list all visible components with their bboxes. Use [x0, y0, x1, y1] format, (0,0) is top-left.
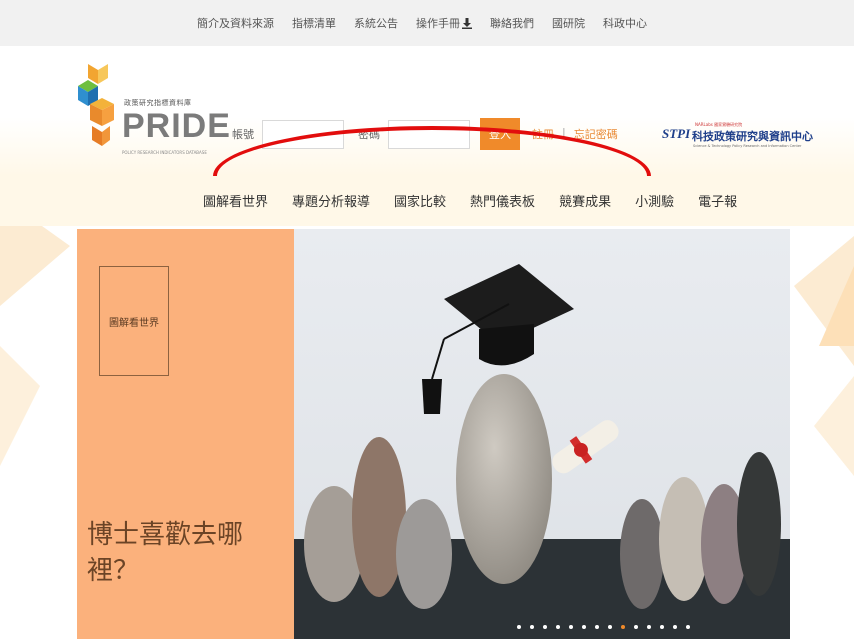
register-link[interactable]: 註冊 [532, 126, 554, 142]
login-form: 帳號 密碼 登入 註冊 | 忘記密碼 [232, 118, 618, 150]
carousel-dot[interactable] [556, 625, 560, 629]
logo-tagline: POLICY RESEARCH INDICATORS DATABASE [122, 150, 207, 155]
link-separator: | [562, 126, 566, 139]
nav-item-quiz[interactable]: 小測驗 [623, 191, 686, 210]
hero-title[interactable]: 博士喜歡去哪裡？ [87, 517, 267, 589]
hero-category-tag[interactable]: 圖解看世界 [99, 266, 169, 376]
account-links: 註冊 | 忘記密碼 [532, 126, 618, 142]
site-header: 政策研究指標資料庫 PRIDE POLICY RESEARCH INDICATO… [0, 46, 854, 226]
top-link-announcements[interactable]: 系統公告 [354, 15, 398, 31]
hero-graduation-image[interactable] [294, 229, 790, 639]
account-label: 帳號 [232, 128, 254, 141]
top-link-manual[interactable]: 操作手冊 [416, 15, 472, 31]
stpi-mark: STPI [662, 126, 691, 141]
carousel-dot[interactable] [673, 625, 677, 629]
carousel-dot[interactable] [634, 625, 638, 629]
nav-item-infographics[interactable]: 圖解看世界 [191, 191, 280, 210]
account-input[interactable] [262, 119, 344, 149]
logo-wordmark: PRIDE [122, 107, 231, 145]
carousel-dot[interactable] [517, 625, 521, 629]
pride-logo[interactable]: 政策研究指標資料庫 PRIDE POLICY RESEARCH INDICATO… [78, 64, 230, 156]
carousel-dot[interactable] [647, 625, 651, 629]
hero-text-panel: 圖解看世界 博士喜歡去哪裡？ [77, 229, 294, 639]
forgot-password-link[interactable]: 忘記密碼 [574, 126, 618, 142]
password-label: 密碼 [358, 128, 380, 141]
top-link-about[interactable]: 簡介及資料來源 [197, 15, 274, 31]
top-link-indicators[interactable]: 指標清單 [292, 15, 336, 31]
carousel-dot[interactable] [660, 625, 664, 629]
carousel-dot[interactable] [686, 625, 690, 629]
stpi-name: 科技政策研究與資訊中心 [692, 130, 813, 143]
nav-item-newsletter[interactable]: 電子報 [686, 191, 749, 210]
carousel-dot[interactable] [621, 625, 625, 629]
top-link-contact[interactable]: 聯絡我們 [490, 15, 534, 31]
stpi-english-name: Science & Technology Policy Research and… [693, 144, 802, 148]
stpi-logo[interactable]: STPI NARLabs 國家實驗研究院 科技政策研究與資訊中心 Science… [660, 122, 813, 162]
carousel-dot[interactable] [543, 625, 547, 629]
carousel-dot[interactable] [582, 625, 586, 629]
top-link-stpi[interactable]: 科政中心 [603, 15, 647, 31]
manual-label: 操作手冊 [416, 17, 460, 30]
top-link-narlabs[interactable]: 國研院 [552, 15, 585, 31]
carousel-dot[interactable] [530, 625, 534, 629]
nav-item-competition[interactable]: 競賽成果 [547, 191, 623, 210]
hero-carousel: 圖解看世界 博士喜歡去哪裡？ [77, 229, 790, 639]
carousel-dots [517, 625, 690, 629]
nav-item-reports[interactable]: 專題分析報導 [280, 191, 382, 210]
utility-bar: 簡介及資料來源 指標清單 系統公告 操作手冊 聯絡我們 國研院 科政中心 [0, 0, 854, 46]
nav-item-dashboards[interactable]: 熱門儀表板 [458, 191, 547, 210]
main-nav: 圖解看世界 專題分析報導 國家比較 熱門儀表板 競賽成果 小測驗 電子報 [0, 176, 854, 226]
nav-item-country-comparison[interactable]: 國家比較 [382, 191, 458, 210]
utility-links: 簡介及資料來源 指標清單 系統公告 操作手冊 聯絡我們 國研院 科政中心 [197, 15, 647, 31]
logo-cubes-icon [78, 64, 114, 146]
carousel-dot[interactable] [569, 625, 573, 629]
carousel-dot[interactable] [595, 625, 599, 629]
carousel-dot[interactable] [608, 625, 612, 629]
password-input[interactable] [388, 119, 470, 149]
login-button[interactable]: 登入 [480, 118, 520, 150]
download-icon [462, 17, 472, 29]
